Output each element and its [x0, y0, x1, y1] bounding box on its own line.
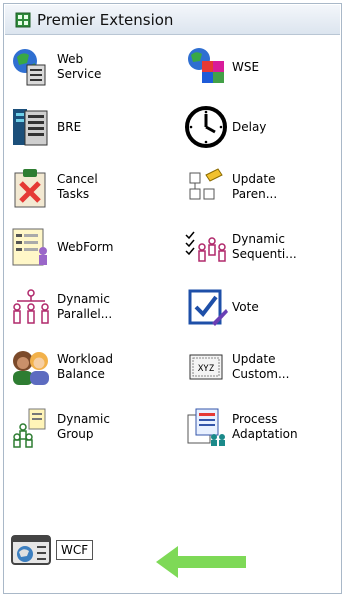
bre-icon	[13, 109, 48, 146]
web-service-icon	[13, 49, 46, 86]
clock-icon	[185, 106, 227, 148]
tool-label: Delay	[232, 119, 267, 134]
wse-icon	[188, 48, 224, 83]
tool-dynamic-parallel[interactable]: Dynamic Parallel...	[9, 282, 112, 332]
tool-dynamic-sequential[interactable]: Dynamic Sequenti...	[184, 222, 297, 272]
webform-icon	[12, 228, 47, 266]
tool-label: BRE	[57, 119, 82, 134]
tool-label: Update Custom...	[232, 352, 290, 381]
tool-delay[interactable]: Delay	[184, 102, 266, 152]
wcf-icon	[11, 535, 51, 565]
tool-label: Dynamic Parallel...	[57, 292, 113, 321]
dynamic-parallel-icon	[13, 289, 49, 324]
wcf-label: WCF	[56, 540, 94, 560]
tool-cancel-tasks[interactable]: Cancel Tasks	[9, 162, 98, 212]
tool-label: Cancel Tasks	[57, 172, 98, 201]
tool-webform[interactable]: WebForm	[9, 222, 113, 272]
panel-title: Premier Extension	[37, 10, 174, 29]
tool-label: Dynamic Group	[57, 412, 110, 441]
dynamic-sequential-icon	[185, 231, 226, 262]
workload-balance-icon	[13, 351, 49, 385]
tool-label: Web Service	[57, 52, 102, 81]
dynamic-group-icon	[13, 408, 46, 448]
toolbox-panel: Premier Extension Web Service WSE BRE De…	[3, 3, 342, 594]
grid-icon	[15, 12, 31, 27]
vote-icon	[188, 289, 228, 326]
tool-label: WebForm	[57, 239, 114, 254]
tool-web-service[interactable]: Web Service	[9, 42, 101, 92]
update-parent-icon	[189, 168, 223, 200]
tool-dynamic-group[interactable]: Dynamic Group	[9, 402, 110, 452]
tool-process-adaptation[interactable]: Process Adaptation	[184, 402, 298, 452]
tool-wcf[interactable]: WCF	[9, 525, 94, 575]
tool-label: Workload Balance	[57, 352, 114, 381]
panel-header[interactable]: Premier Extension	[5, 5, 340, 35]
tool-update-custom[interactable]: XYZ Update Custom...	[184, 342, 289, 392]
process-adaptation-icon	[187, 408, 225, 446]
tool-update-parent[interactable]: Update Paren...	[184, 162, 277, 212]
tool-workload-balance[interactable]: Workload Balance	[9, 342, 113, 392]
tool-bre[interactable]: BRE	[9, 102, 81, 152]
tool-label: Update Paren...	[232, 172, 278, 201]
tool-label: WSE	[232, 59, 260, 74]
tool-wse[interactable]: WSE	[184, 42, 259, 92]
cancel-tasks-icon	[14, 169, 46, 208]
update-custom-icon: XYZ	[189, 354, 223, 380]
tool-label: Vote	[232, 299, 259, 314]
tool-label: Process Adaptation	[232, 412, 298, 441]
xyz-badge: XYZ	[198, 364, 215, 374]
tool-vote[interactable]: Vote	[184, 282, 259, 332]
tool-label: Dynamic Sequenti...	[232, 232, 297, 261]
arrow-left-icon	[156, 546, 246, 578]
